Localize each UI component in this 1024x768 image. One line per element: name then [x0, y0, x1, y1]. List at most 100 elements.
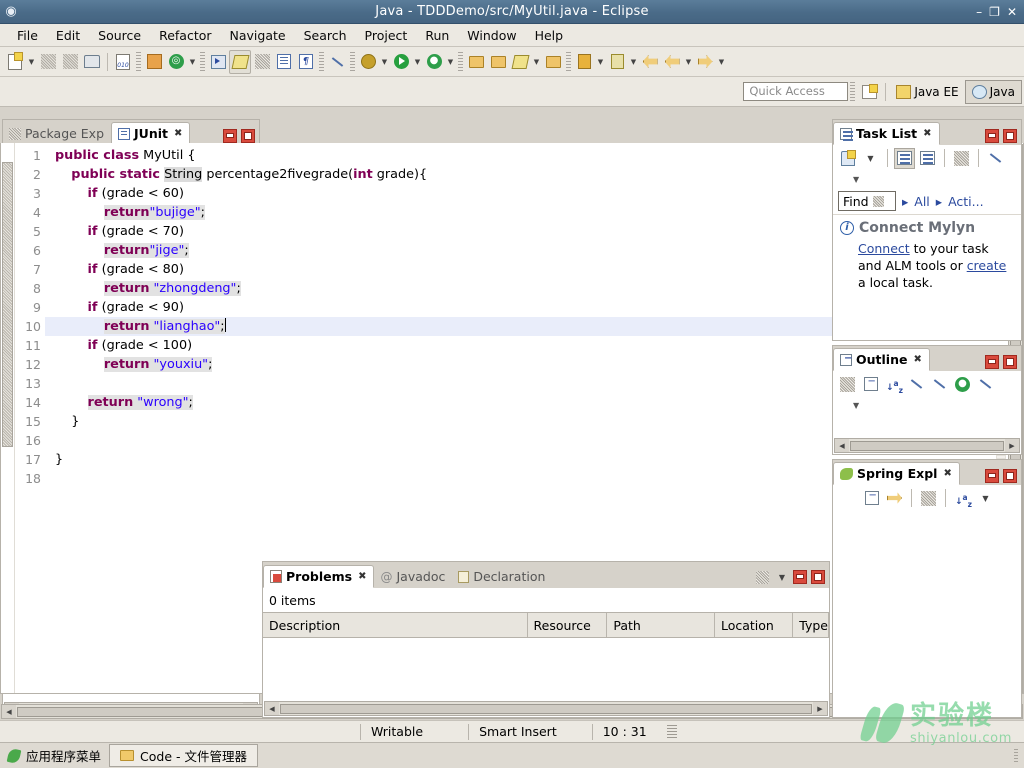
menu-item-project[interactable]: Project — [356, 26, 417, 45]
previous-annotation-dropdown[interactable]: ▼ — [628, 50, 639, 74]
menu-item-edit[interactable]: Edit — [47, 26, 89, 45]
focus-on-workweek-button[interactable] — [951, 148, 972, 169]
outline-maximize-button[interactable] — [1003, 355, 1017, 369]
tab-package-explorer[interactable]: Package Exp — [3, 122, 111, 145]
connect-link[interactable]: Connect — [858, 241, 910, 256]
problems-minimize-button[interactable] — [793, 570, 807, 584]
create-link[interactable]: create — [967, 258, 1007, 273]
tab-task-list[interactable]: Task List ✖ — [833, 122, 940, 145]
forward-button[interactable] — [694, 50, 716, 74]
previous-annotation-button[interactable] — [606, 50, 628, 74]
filter-all[interactable]: All — [914, 194, 930, 209]
spring-explorer-maximize-button[interactable] — [1003, 469, 1017, 483]
tab-problems[interactable]: Problems ✖ — [263, 565, 375, 588]
tab-outline[interactable]: Outline ✖ — [833, 348, 930, 371]
spring-sort-button[interactable]: ↓az — [952, 488, 973, 509]
editor-annotation-ruler[interactable] — [1, 143, 15, 693]
hide-fields-2-button[interactable] — [975, 374, 996, 395]
outline-minimize-button[interactable] — [985, 355, 999, 369]
external-tools-button[interactable] — [509, 50, 531, 74]
print-button[interactable] — [81, 50, 103, 74]
start-menu-button[interactable]: 应用程序菜单 — [0, 746, 109, 765]
menu-item-run[interactable]: Run — [416, 26, 458, 45]
menu-item-window[interactable]: Window — [458, 26, 525, 45]
last-edit-location-button[interactable] — [639, 50, 661, 74]
open-perspective-button[interactable] — [857, 80, 881, 104]
menu-item-search[interactable]: Search — [295, 26, 356, 45]
new-task-dropdown[interactable]: ▼ — [860, 148, 881, 169]
menu-item-navigate[interactable]: Navigate — [221, 26, 295, 45]
save-button[interactable] — [37, 50, 59, 74]
scroll-left-icon[interactable]: ◀ — [2, 705, 16, 718]
filter-active-arrow[interactable]: ▸ — [936, 194, 942, 209]
run-as-server-dropdown[interactable]: ▼ — [445, 50, 456, 74]
spring-filter-button[interactable] — [918, 488, 939, 509]
scroll-left-icon[interactable]: ◀ — [835, 439, 849, 452]
debug-dropdown[interactable]: ▼ — [379, 50, 390, 74]
perspective-java-ee[interactable]: Java EE — [890, 80, 964, 104]
back-button[interactable] — [661, 50, 683, 74]
problems-view-menu-dropdown[interactable]: ▼ — [775, 568, 789, 586]
tab-junit[interactable]: JUnit ✖ — [111, 122, 191, 145]
new-task-button[interactable] — [837, 148, 858, 169]
tab-javadoc[interactable]: @ Javadoc — [374, 565, 452, 588]
show-source-quickview-button[interactable] — [273, 50, 295, 74]
next-annotation-dropdown[interactable]: ▼ — [595, 50, 606, 74]
column-location[interactable]: Location — [715, 613, 794, 637]
perspective-java[interactable]: Java — [964, 79, 1022, 104]
outline-hscrollbar[interactable]: ◀ ▶ — [834, 438, 1020, 453]
task-list-minimize-button[interactable] — [985, 129, 999, 143]
taskbar-item-file-manager[interactable]: Code - 文件管理器 — [109, 744, 258, 767]
no-arrow-icon[interactable] — [326, 50, 348, 74]
open-type-dropdown[interactable]: ▼ — [187, 50, 198, 74]
hide-fields-button[interactable] — [860, 374, 881, 395]
filter-all-arrow[interactable]: ▸ — [902, 194, 908, 209]
menu-item-source[interactable]: Source — [89, 26, 150, 45]
spring-collapse-all-button[interactable] — [861, 488, 882, 509]
hide-local-types-button[interactable]: ● — [952, 374, 973, 395]
task-list-link-button[interactable] — [985, 148, 1006, 169]
skip-breakpoints-button[interactable] — [207, 50, 229, 74]
debug-button[interactable] — [357, 50, 379, 74]
run-dropdown[interactable]: ▼ — [412, 50, 423, 74]
menu-item-refactor[interactable]: Refactor — [150, 26, 220, 45]
junit-minimize-button[interactable] — [223, 129, 237, 143]
scroll-right-icon[interactable]: ▶ — [1005, 439, 1019, 452]
tab-spring-explorer-close-icon[interactable]: ✖ — [943, 468, 951, 479]
tab-junit-close-icon[interactable]: ✖ — [174, 128, 182, 139]
restore-button[interactable]: ❐ — [989, 6, 1000, 18]
spring-link-editor-button[interactable] — [884, 488, 905, 509]
open-folder-button[interactable] — [487, 50, 509, 74]
toggle-block-selection-button[interactable]: ¶ — [295, 50, 317, 74]
column-resource[interactable]: Resource — [528, 613, 608, 637]
external-tools-dropdown[interactable]: ▼ — [531, 50, 542, 74]
quick-access-input[interactable]: Quick Access — [743, 82, 849, 101]
mark-occurrences-button[interactable] — [229, 49, 251, 74]
run-button[interactable] — [390, 50, 412, 74]
task-list-toolbar-overflow[interactable]: ▼ — [833, 171, 1021, 188]
run-as-server-button[interactable]: ● — [423, 50, 445, 74]
tab-problems-close-icon[interactable]: ✖ — [358, 571, 366, 582]
close-button[interactable]: ✕ — [1007, 6, 1017, 18]
junit-maximize-button[interactable] — [241, 129, 255, 143]
hide-static-button[interactable] — [929, 374, 950, 395]
filter-active[interactable]: Acti... — [948, 194, 984, 209]
task-list-maximize-button[interactable] — [1003, 129, 1017, 143]
new-wizard-button[interactable] — [4, 50, 26, 74]
hide-non-public-button[interactable] — [906, 374, 927, 395]
toggle-breakpoint-button[interactable]: 010 — [112, 50, 134, 74]
menu-item-file[interactable]: File — [8, 26, 47, 45]
sort-button[interactable]: ↓az — [883, 374, 904, 395]
new-wizard-dropdown[interactable]: ▼ — [26, 50, 37, 74]
open-resource-button[interactable] — [465, 50, 487, 74]
problems-maximize-button[interactable] — [811, 570, 825, 584]
new-java-class-button[interactable] — [143, 50, 165, 74]
tab-task-list-close-icon[interactable]: ✖ — [923, 128, 931, 139]
scroll-right-icon[interactable]: ▶ — [813, 702, 827, 715]
next-annotation-button[interactable] — [573, 50, 595, 74]
scheduled-presentation-button[interactable] — [917, 148, 938, 169]
tab-spring-explorer[interactable]: Spring Expl ✖ — [833, 462, 960, 485]
column-path[interactable]: Path — [607, 613, 715, 637]
save-all-button[interactable] — [59, 50, 81, 74]
menu-item-help[interactable]: Help — [526, 26, 573, 45]
